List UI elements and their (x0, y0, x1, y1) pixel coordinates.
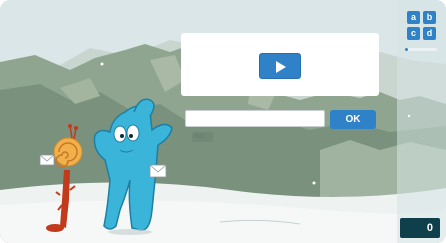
game-frame: OK éàç... a b c d 0 (0, 0, 446, 243)
play-icon (276, 61, 286, 73)
abcd-grid-icon[interactable]: a b c d (407, 11, 437, 41)
video-panel (181, 33, 379, 96)
score-counter: 0 (400, 218, 440, 238)
letter-a-cell: a (407, 11, 420, 24)
letter-c-cell: c (407, 27, 420, 40)
answer-input[interactable] (185, 110, 325, 127)
ok-button[interactable]: OK (330, 110, 376, 129)
letter-b-cell: b (423, 11, 436, 24)
progress-bar (405, 48, 437, 51)
accent-characters-button[interactable]: éàç... (192, 132, 214, 142)
progress-fill (405, 48, 409, 51)
play-button[interactable] (259, 53, 301, 79)
letter-d-cell: d (423, 27, 436, 40)
